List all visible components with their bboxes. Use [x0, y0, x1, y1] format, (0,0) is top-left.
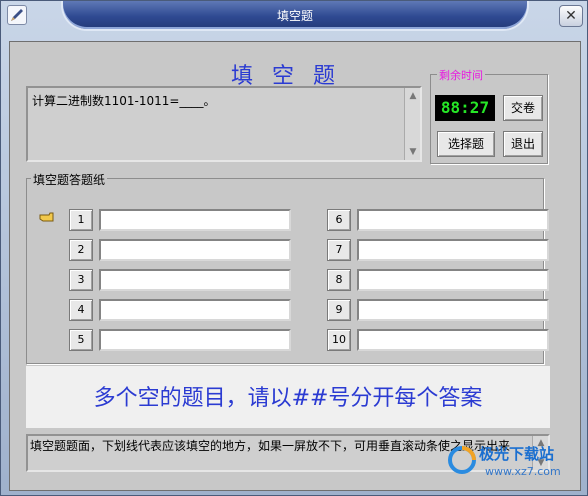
answer-input[interactable]	[357, 239, 549, 261]
answer-number-button[interactable]: 2	[69, 239, 93, 261]
close-icon: ✕	[565, 8, 577, 24]
window-title: 填空题	[276, 9, 313, 23]
timer-legend: 剩余时间	[437, 67, 485, 83]
title-bar[interactable]: 填空题 ✕	[1, 1, 588, 35]
answer-input[interactable]	[357, 269, 549, 291]
answer-number-button[interactable]: 3	[69, 269, 93, 291]
hint-text: 多个空的题目，请以##号分开每个答案	[93, 386, 483, 411]
answer-number-button[interactable]: 9	[327, 299, 351, 321]
choice-question-button[interactable]: 选择题	[437, 131, 495, 157]
watermark-logo-icon	[448, 446, 476, 474]
answer-number-button[interactable]: 7	[327, 239, 351, 261]
answer-number-button[interactable]: 6	[327, 209, 351, 231]
answer-input[interactable]	[357, 299, 549, 321]
answer-number-button[interactable]: 8	[327, 269, 351, 291]
app-window: 填空题 ✕ 填 空 题 计算二进制数1101-1011=____。 ▲ ▼ 剩余…	[0, 0, 588, 496]
answer-input[interactable]	[99, 269, 291, 291]
answer-number-button[interactable]: 4	[69, 299, 93, 321]
watermark-url: www.xz7.com	[485, 465, 561, 478]
scroll-down-icon[interactable]: ▼	[407, 146, 419, 158]
answer-sheet: 填空题答题纸 1 2 3 4 5 6 7 8 9 10	[26, 171, 549, 364]
timer-group: 剩余时间 88:27 交卷 选择题 退出	[430, 67, 548, 164]
answer-number-button[interactable]: 1	[69, 209, 93, 231]
question-box[interactable]: 计算二进制数1101-1011=____。 ▲ ▼	[26, 86, 422, 162]
answer-number-button[interactable]: 5	[69, 329, 93, 351]
scroll-up-icon[interactable]: ▲	[407, 90, 419, 102]
question-text: 计算二进制数1101-1011=____。	[32, 94, 216, 108]
hint-banner: 多个空的题目，请以##号分开每个答案	[26, 366, 550, 428]
exit-button[interactable]: 退出	[503, 131, 543, 157]
question-scrollbar[interactable]: ▲ ▼	[404, 88, 420, 160]
watermark-name: 极光下载站	[479, 445, 555, 463]
answer-input[interactable]	[99, 299, 291, 321]
answer-input[interactable]	[99, 239, 291, 261]
answer-sheet-legend: 填空题答题纸	[31, 171, 108, 188]
watermark: 极光下载站 www.xz7.com	[447, 441, 587, 489]
answer-input[interactable]	[99, 209, 291, 231]
answer-input[interactable]	[99, 329, 291, 351]
close-button[interactable]: ✕	[559, 5, 583, 27]
pointing-hand-icon	[39, 212, 54, 222]
answer-input[interactable]	[357, 209, 549, 231]
timer-display: 88:27	[435, 95, 495, 121]
answer-number-button[interactable]: 10	[327, 329, 351, 351]
main-panel: 填 空 题 计算二进制数1101-1011=____。 ▲ ▼ 剩余时间 88:…	[9, 41, 581, 491]
submit-button[interactable]: 交卷	[503, 95, 543, 121]
answer-input[interactable]	[357, 329, 549, 351]
